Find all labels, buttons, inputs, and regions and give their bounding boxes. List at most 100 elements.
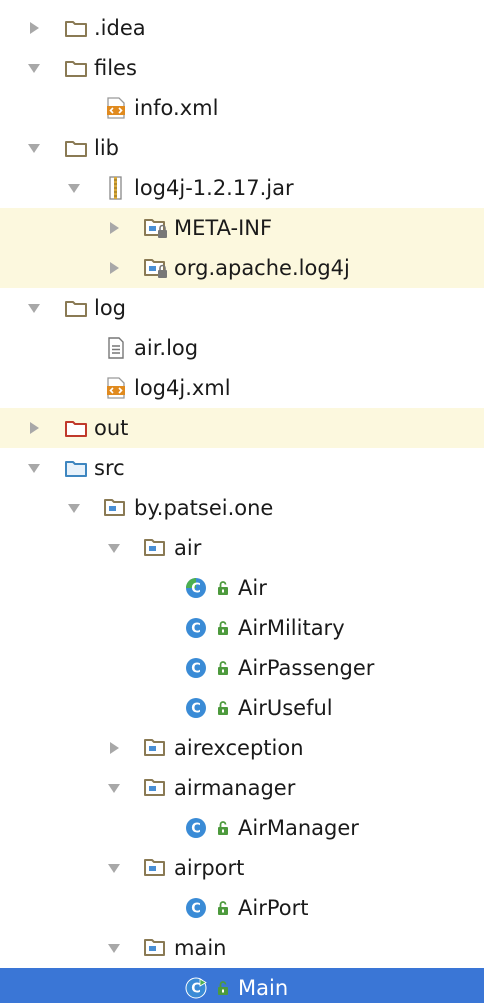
tree-item-label: AirPort bbox=[238, 896, 309, 920]
folder-icon bbox=[64, 136, 88, 160]
tree-item-src[interactable]: src bbox=[0, 448, 484, 488]
tree-item-lib[interactable]: lib bbox=[0, 128, 484, 168]
tree-item-label: Main bbox=[238, 976, 289, 1000]
source-folder-icon bbox=[64, 456, 88, 480]
tree-item-air-military[interactable]: C AirMilitary bbox=[0, 608, 484, 648]
svg-text:C: C bbox=[191, 702, 201, 717]
tree-item-label: AirMilitary bbox=[238, 616, 345, 640]
tree-item-log[interactable]: log bbox=[0, 288, 484, 328]
tree-item-airexception[interactable]: airexception bbox=[0, 728, 484, 768]
jar-icon bbox=[104, 176, 128, 200]
svg-text:C: C bbox=[191, 902, 201, 917]
tree-item-label: AirUseful bbox=[238, 696, 333, 720]
collapse-arrow-icon[interactable] bbox=[24, 58, 44, 78]
tree-item-label: .idea bbox=[94, 16, 146, 40]
tree-item-files[interactable]: files bbox=[0, 48, 484, 88]
folder-icon bbox=[64, 16, 88, 40]
collapse-arrow-icon[interactable] bbox=[24, 138, 44, 158]
collapse-arrow-icon[interactable] bbox=[64, 498, 84, 518]
class-icon: C bbox=[184, 656, 208, 680]
expand-arrow-icon[interactable] bbox=[104, 218, 124, 238]
package-icon bbox=[144, 856, 168, 880]
lock-icon bbox=[216, 980, 230, 996]
tree-item-airmanager-class[interactable]: C AirManager bbox=[0, 808, 484, 848]
tree-item-label: by.patsei.one bbox=[134, 496, 274, 520]
tree-item-label: air bbox=[174, 536, 202, 560]
tree-item-air-log[interactable]: air.log bbox=[0, 328, 484, 368]
class-icon: C bbox=[184, 896, 208, 920]
tree-item-meta-inf[interactable]: META-INF bbox=[0, 208, 484, 248]
expand-arrow-icon[interactable] bbox=[24, 418, 44, 438]
tree-item-label: org.apache.log4j bbox=[174, 256, 350, 280]
xml-file-icon bbox=[104, 376, 128, 400]
excluded-folder-icon bbox=[64, 416, 88, 440]
package-icon bbox=[104, 496, 128, 520]
tree-item-label: AirManager bbox=[238, 816, 359, 840]
folder-icon bbox=[64, 56, 88, 80]
tree-item-label: AirPassenger bbox=[238, 656, 375, 680]
locked-package-icon bbox=[144, 256, 168, 280]
tree-item-label: Air bbox=[238, 576, 267, 600]
collapse-arrow-icon[interactable] bbox=[104, 778, 124, 798]
abstract-class-icon: C bbox=[184, 576, 208, 600]
tree-item-label: airmanager bbox=[174, 776, 296, 800]
svg-text:C: C bbox=[191, 582, 201, 597]
svg-text:C: C bbox=[191, 982, 201, 997]
tree-item-label: main bbox=[174, 936, 227, 960]
lock-icon bbox=[216, 660, 230, 676]
tree-item-airmanager-package[interactable]: airmanager bbox=[0, 768, 484, 808]
tree-item-org-apache-log4j[interactable]: org.apache.log4j bbox=[0, 248, 484, 288]
tree-item-label: src bbox=[94, 456, 125, 480]
tree-item-label: info.xml bbox=[134, 96, 219, 120]
tree-item-airport-package[interactable]: airport bbox=[0, 848, 484, 888]
folder-icon bbox=[64, 296, 88, 320]
collapse-arrow-icon[interactable] bbox=[24, 298, 44, 318]
tree-item-label: log4j-1.2.17.jar bbox=[134, 176, 294, 200]
tree-item-label: lib bbox=[94, 136, 119, 160]
tree-item-log4j-jar[interactable]: log4j-1.2.17.jar bbox=[0, 168, 484, 208]
tree-item-airport-class[interactable]: C AirPort bbox=[0, 888, 484, 928]
main-class-icon: C bbox=[184, 976, 208, 1000]
collapse-arrow-icon[interactable] bbox=[64, 178, 84, 198]
class-icon: C bbox=[184, 696, 208, 720]
tree-item-label: log4j.xml bbox=[134, 376, 231, 400]
collapse-arrow-icon[interactable] bbox=[24, 458, 44, 478]
svg-text:C: C bbox=[191, 662, 201, 677]
tree-item-main-package[interactable]: main bbox=[0, 928, 484, 968]
tree-item-air-class[interactable]: C Air bbox=[0, 568, 484, 608]
tree-item-label: airexception bbox=[174, 736, 304, 760]
package-icon bbox=[144, 736, 168, 760]
expand-arrow-icon[interactable] bbox=[24, 18, 44, 38]
lock-icon bbox=[216, 900, 230, 916]
tree-item-idea[interactable]: .idea bbox=[0, 8, 484, 48]
svg-text:C: C bbox=[191, 822, 201, 837]
package-icon bbox=[144, 936, 168, 960]
svg-text:C: C bbox=[191, 622, 201, 637]
tree-item-label: log bbox=[94, 296, 127, 320]
tree-item-out[interactable]: out bbox=[0, 408, 484, 448]
tree-item-air-passenger[interactable]: C AirPassenger bbox=[0, 648, 484, 688]
xml-file-icon bbox=[104, 96, 128, 120]
tree-item-label: airport bbox=[174, 856, 245, 880]
project-tree: .idea files info.xml lib log4j-1.2.17.jar MET… bbox=[0, 0, 484, 1003]
tree-item-by-patsei-one[interactable]: by.patsei.one bbox=[0, 488, 484, 528]
lock-icon bbox=[216, 620, 230, 636]
tree-item-air-useful[interactable]: C AirUseful bbox=[0, 688, 484, 728]
tree-item-info-xml[interactable]: info.xml bbox=[0, 88, 484, 128]
expand-arrow-icon[interactable] bbox=[104, 258, 124, 278]
tree-item-log4j-xml[interactable]: log4j.xml bbox=[0, 368, 484, 408]
tree-item-label: air.log bbox=[134, 336, 199, 360]
tree-item-label: out bbox=[94, 416, 129, 440]
collapse-arrow-icon[interactable] bbox=[104, 858, 124, 878]
tree-item-label: files bbox=[94, 56, 137, 80]
collapse-arrow-icon[interactable] bbox=[104, 538, 124, 558]
tree-item-air-package[interactable]: air bbox=[0, 528, 484, 568]
collapse-arrow-icon[interactable] bbox=[104, 938, 124, 958]
text-file-icon bbox=[104, 336, 128, 360]
expand-arrow-icon[interactable] bbox=[104, 738, 124, 758]
lock-icon bbox=[216, 820, 230, 836]
lock-icon bbox=[216, 700, 230, 716]
lock-icon bbox=[216, 580, 230, 596]
package-icon bbox=[144, 536, 168, 560]
tree-item-main-class[interactable]: C Main bbox=[0, 968, 484, 1003]
